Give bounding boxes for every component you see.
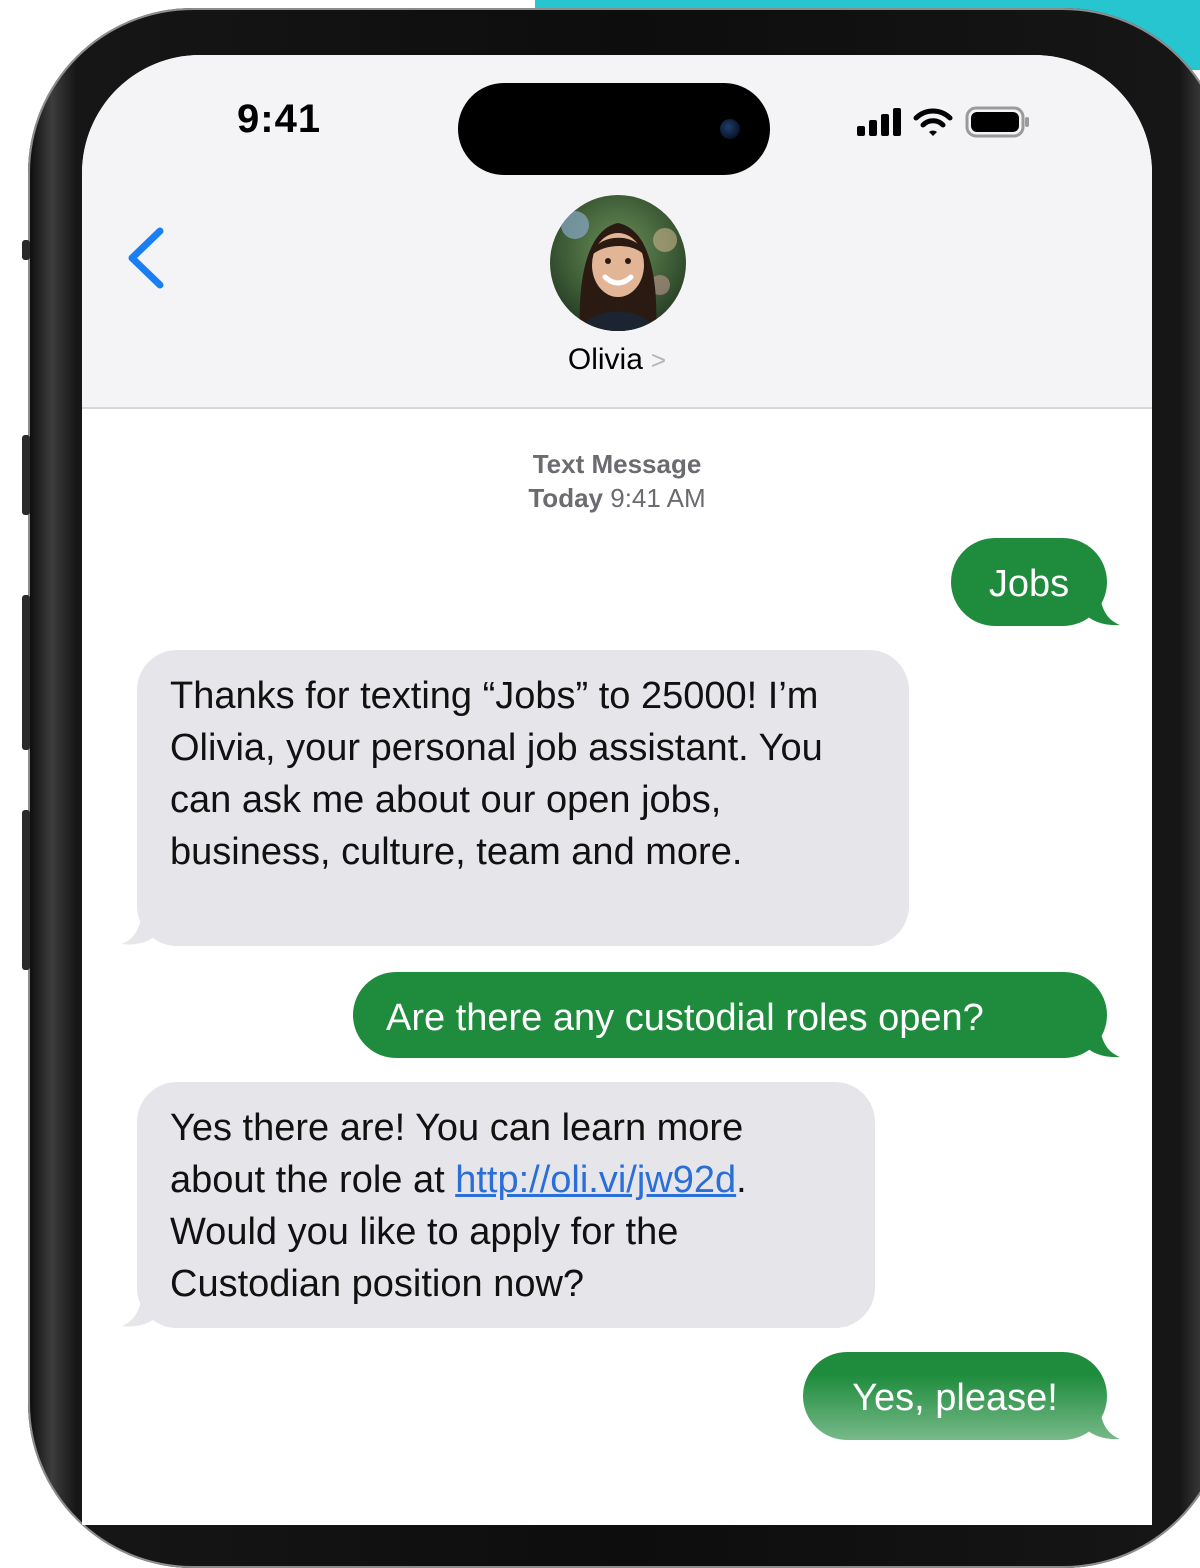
status-icons	[857, 105, 1031, 139]
avatar-photo	[550, 195, 686, 331]
contact-name-button[interactable]: Olivia >	[82, 343, 1152, 377]
back-chevron-icon[interactable]	[122, 223, 172, 293]
timestamp-time: 9:41 AM	[610, 483, 706, 513]
status-bar: 9:41	[82, 55, 1152, 195]
camera-icon	[720, 119, 740, 139]
conversation-header: Olivia >	[82, 195, 1152, 409]
status-time: 9:41	[237, 97, 322, 141]
volume-up-button	[22, 435, 30, 515]
incoming-tail	[122, 1295, 160, 1327]
contact-name: Olivia	[567, 343, 643, 376]
message-type-label: Text Message	[532, 449, 702, 479]
timestamp-day: Today	[528, 483, 603, 513]
volume-down-button	[22, 595, 30, 750]
job-link[interactable]: http://oli.vi/jw92d	[455, 1159, 736, 1201]
outgoing-tail	[1082, 1027, 1120, 1058]
chevron-right-icon: >	[650, 345, 667, 375]
outgoing-message[interactable]: Yes, please!	[803, 1352, 1107, 1440]
signal-icon	[857, 108, 901, 136]
phone-screen: 9:41 Olivia > Text Message Today 9:41 AM…	[82, 55, 1152, 1525]
incoming-message[interactable]: Thanks for texting “Jobs” to 25000! I’m …	[137, 650, 909, 946]
outgoing-tail	[1082, 595, 1120, 626]
message-timestamp: Text Message Today 9:41 AM	[82, 447, 1152, 515]
incoming-message[interactable]: Yes there are! You can learn more about …	[137, 1082, 875, 1328]
outgoing-message[interactable]: Are there any custodial roles open?	[353, 972, 1107, 1058]
wifi-icon	[913, 108, 953, 136]
battery-icon	[965, 106, 1029, 138]
contact-avatar[interactable]	[550, 195, 686, 331]
outgoing-tail	[1082, 1409, 1120, 1440]
side-button	[22, 810, 30, 970]
incoming-tail	[122, 913, 160, 945]
action-button	[22, 240, 30, 260]
